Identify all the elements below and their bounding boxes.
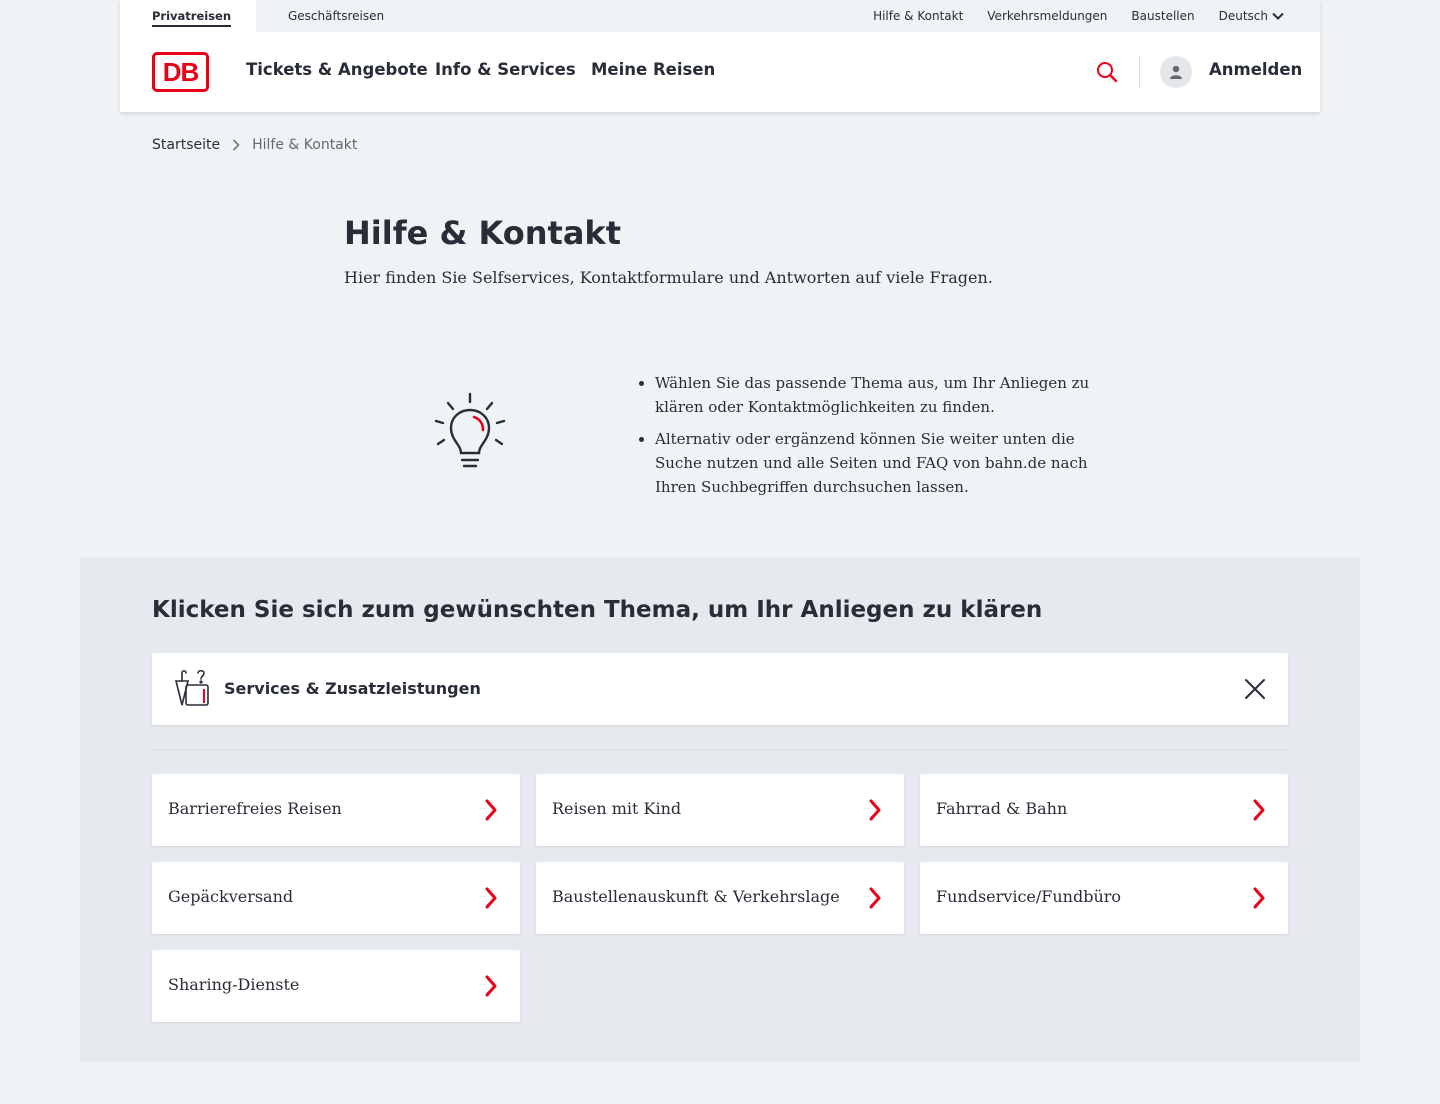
language-label: Deutsch xyxy=(1218,9,1268,23)
topic-label: Sharing-Dienste xyxy=(168,975,300,994)
tab-privatreisen[interactable]: Privatreisen xyxy=(120,0,256,32)
topic-label: Baustellenauskunft & Verkehrslage xyxy=(552,887,840,906)
topics-heading: Klicken Sie sich zum gewünschten Thema, … xyxy=(152,597,1043,623)
chevron-right-icon xyxy=(485,975,497,997)
breadcrumb-home[interactable]: Startseite xyxy=(152,137,220,153)
topic-card-reisen-mit-kind[interactable]: Reisen mit Kind xyxy=(536,774,904,846)
user-icon xyxy=(1170,65,1182,79)
topic-card-fahrrad-bahn[interactable]: Fahrrad & Bahn xyxy=(920,774,1288,846)
chevron-right-icon xyxy=(485,799,497,821)
nav-meine-reisen[interactable]: Meine Reisen xyxy=(591,60,715,79)
nav-divider xyxy=(1139,56,1140,88)
chevron-right-icon xyxy=(869,799,881,821)
nav-info-services[interactable]: Info & Services xyxy=(435,60,576,79)
category-accordion-header[interactable]: Services & Zusatzleistungen xyxy=(152,653,1288,725)
help-tip: Wählen Sie das passende Thema aus, um Ih… xyxy=(655,371,1094,419)
language-selector[interactable]: Deutsch xyxy=(1219,9,1284,23)
divider xyxy=(152,749,1288,750)
topic-label: Fundservice/Fundbüro xyxy=(936,887,1122,906)
chevron-right-icon xyxy=(233,139,240,151)
topic-card-sharing-dienste[interactable]: Sharing-Dienste xyxy=(152,950,520,1022)
breadcrumb-current: Hilfe & Kontakt xyxy=(252,137,358,153)
topic-card-barrierefreies-reisen[interactable]: Barrierefreies Reisen xyxy=(152,774,520,846)
topic-card-gepaeckversand[interactable]: Gepäckversand xyxy=(152,862,520,934)
topics-section: Klicken Sie sich zum gewünschten Thema, … xyxy=(80,557,1360,1062)
meta-bar: Privatreisen Geschäftsreisen Hilfe & Kon… xyxy=(120,0,1320,32)
topic-label: Fahrrad & Bahn xyxy=(936,799,1068,818)
tab-geschaeftsreisen[interactable]: Geschäftsreisen xyxy=(288,0,384,32)
meta-links: Hilfe & Kontakt Verkehrsmeldungen Bauste… xyxy=(873,0,1284,32)
breadcrumb: Startseite Hilfe & Kontakt xyxy=(152,137,357,153)
topic-card-baustellenauskunft[interactable]: Baustellenauskunft & Verkehrslage xyxy=(536,862,904,934)
topic-label: Reisen mit Kind xyxy=(552,799,682,818)
close-icon[interactable] xyxy=(1244,678,1266,700)
topic-label: Gepäckversand xyxy=(168,887,294,906)
site-header: Privatreisen Geschäftsreisen Hilfe & Kon… xyxy=(120,0,1320,112)
nav-tickets-angebote[interactable]: Tickets & Angebote xyxy=(246,60,428,79)
lightbulb-icon xyxy=(434,392,506,468)
umbrella-luggage-icon xyxy=(174,669,209,706)
chevron-right-icon xyxy=(869,887,881,909)
search-icon[interactable] xyxy=(1095,60,1119,84)
chevron-down-icon xyxy=(1272,12,1284,20)
help-tip: Alternativ oder ergänzend können Sie wei… xyxy=(655,427,1094,499)
link-baustellen[interactable]: Baustellen xyxy=(1131,9,1194,23)
db-logo[interactable]: DB xyxy=(152,52,209,92)
main-nav: DB Tickets & Angebote Info & Services Me… xyxy=(120,32,1320,112)
category-label: Services & Zusatzleistungen xyxy=(224,679,481,698)
chevron-right-icon xyxy=(1253,799,1265,821)
chevron-right-icon xyxy=(1253,887,1265,909)
page-title: Hilfe & Kontakt xyxy=(344,214,621,252)
link-verkehrsmeldungen[interactable]: Verkehrsmeldungen xyxy=(987,9,1107,23)
login-button[interactable]: Anmelden xyxy=(1209,60,1302,79)
topic-card-fundservice[interactable]: Fundservice/Fundbüro xyxy=(920,862,1288,934)
avatar[interactable] xyxy=(1160,56,1192,88)
link-hilfe-kontakt[interactable]: Hilfe & Kontakt xyxy=(873,9,963,23)
help-tips-list: Wählen Sie das passende Thema aus, um Ih… xyxy=(634,371,1094,507)
page-subtitle: Hier finden Sie Selfservices, Kontaktfor… xyxy=(344,268,993,287)
chevron-right-icon xyxy=(485,887,497,909)
topic-label: Barrierefreies Reisen xyxy=(168,799,342,818)
